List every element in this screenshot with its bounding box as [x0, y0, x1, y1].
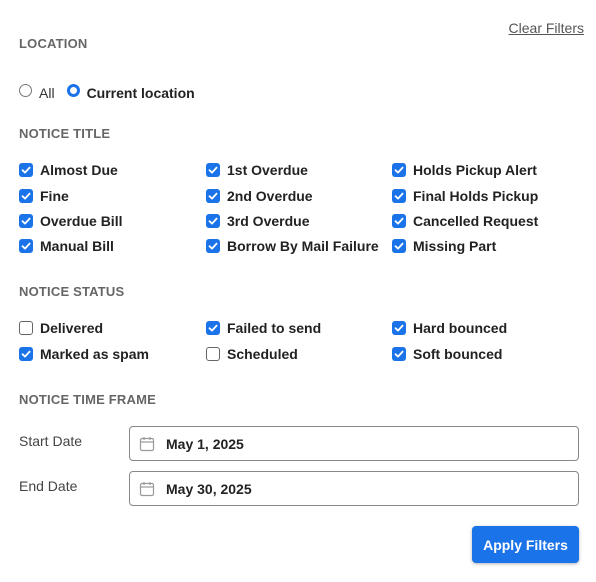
- notice-status-checkbox-label[interactable]: Marked as spam: [40, 346, 149, 362]
- notice-title-checkbox[interactable]: [19, 189, 33, 203]
- notice-title-checkbox-label[interactable]: 2nd Overdue: [227, 188, 313, 204]
- notice-title-checkbox-label[interactable]: 3rd Overdue: [227, 213, 309, 229]
- notice-status-checkbox-label[interactable]: Scheduled: [227, 346, 298, 362]
- notice-status-checkbox[interactable]: [19, 347, 33, 361]
- notice-status-checkbox-item[interactable]: Scheduled: [206, 346, 298, 362]
- notice-status-checkbox-item[interactable]: Failed to send: [206, 320, 321, 336]
- start-date-label: Start Date: [19, 433, 83, 449]
- checkmark-icon: [394, 166, 404, 174]
- notice-title-checkbox[interactable]: [19, 163, 33, 177]
- checkmark-icon: [394, 192, 404, 200]
- notice-title-checkbox-label[interactable]: Final Holds Pickup: [413, 188, 538, 204]
- checkmark-icon: [208, 192, 218, 200]
- notice-title-checkbox-label[interactable]: Almost Due: [40, 162, 118, 178]
- notice-title-checkbox[interactable]: [206, 239, 220, 253]
- checkmark-icon: [21, 192, 31, 200]
- checkmark-icon: [394, 350, 404, 358]
- notice-title-checkbox[interactable]: [19, 214, 33, 228]
- start-date-input[interactable]: May 1, 2025: [129, 426, 579, 461]
- notice-title-checkbox-label[interactable]: Fine: [40, 188, 69, 204]
- notice-title-checkbox-item[interactable]: Manual Bill: [19, 238, 114, 254]
- end-date-input[interactable]: May 30, 2025: [129, 471, 579, 506]
- notice-title-checkbox-item[interactable]: Overdue Bill: [19, 213, 122, 229]
- notice-status-checkbox[interactable]: [392, 321, 406, 335]
- clear-filters-link[interactable]: Clear Filters: [509, 20, 584, 36]
- notice-status-checkbox-label[interactable]: Failed to send: [227, 320, 321, 336]
- location-section-title: LOCATION: [19, 36, 88, 51]
- radio-all[interactable]: [19, 83, 32, 97]
- start-date-value: May 1, 2025: [166, 435, 244, 452]
- notice-title-checkbox-label[interactable]: Borrow By Mail Failure: [227, 238, 379, 254]
- location-radio-group: All Current location: [19, 79, 207, 101]
- notice-title-checkbox[interactable]: [19, 239, 33, 253]
- checkmark-icon: [208, 324, 218, 332]
- calendar-icon: [139, 481, 155, 496]
- notice-title-checkbox-label[interactable]: Missing Part: [413, 238, 496, 254]
- notice-title-checkbox-item[interactable]: Fine: [19, 188, 69, 204]
- notice-title-checkbox-item[interactable]: 2nd Overdue: [206, 188, 313, 204]
- notice-status-checkbox[interactable]: [392, 347, 406, 361]
- notice-title-checkbox-item[interactable]: Holds Pickup Alert: [392, 162, 537, 178]
- notice-status-checkbox-item[interactable]: Delivered: [19, 320, 103, 336]
- notice-title-checkbox-item[interactable]: Cancelled Request: [392, 213, 538, 229]
- notice-title-checkbox[interactable]: [206, 214, 220, 228]
- notice-title-checkbox-item[interactable]: Final Holds Pickup: [392, 188, 538, 204]
- notice-title-checkbox-item[interactable]: Missing Part: [392, 238, 496, 254]
- checkmark-icon: [21, 217, 31, 225]
- notice-title-checkbox[interactable]: [392, 214, 406, 228]
- checkmark-icon: [21, 350, 31, 358]
- notice-title-checkbox-item[interactable]: Almost Due: [19, 162, 118, 178]
- checkmark-icon: [394, 217, 404, 225]
- notice-status-section-title: NOTICE STATUS: [19, 284, 125, 299]
- notice-title-checkbox[interactable]: [392, 189, 406, 203]
- end-date-value: May 30, 2025: [166, 480, 252, 497]
- notice-title-checkbox-item[interactable]: Borrow By Mail Failure: [206, 238, 379, 254]
- notice-status-checkbox-item[interactable]: Hard bounced: [392, 320, 507, 336]
- notice-title-checkbox[interactable]: [392, 239, 406, 253]
- checkmark-icon: [208, 242, 218, 250]
- notice-title-checkbox-label[interactable]: Overdue Bill: [40, 213, 122, 229]
- checkmark-icon: [394, 242, 404, 250]
- notice-title-checkbox[interactable]: [206, 189, 220, 203]
- apply-filters-button[interactable]: Apply Filters: [472, 526, 579, 563]
- radio-current-location-label[interactable]: Current location: [87, 85, 195, 101]
- notice-title-checkbox-label[interactable]: Cancelled Request: [413, 213, 538, 229]
- checkmark-icon: [394, 324, 404, 332]
- notice-title-checkbox-item[interactable]: 1st Overdue: [206, 162, 308, 178]
- notice-status-checkbox-item[interactable]: Marked as spam: [19, 346, 149, 362]
- radio-current-location[interactable]: [66, 83, 80, 97]
- notice-status-checkbox-item[interactable]: Soft bounced: [392, 346, 502, 362]
- notice-status-checkbox[interactable]: [206, 347, 220, 361]
- notice-title-checkbox[interactable]: [206, 163, 220, 177]
- calendar-icon: [139, 436, 155, 451]
- notice-title-checkbox-label[interactable]: 1st Overdue: [227, 162, 308, 178]
- notice-title-checkbox-label[interactable]: Holds Pickup Alert: [413, 162, 537, 178]
- notice-status-checkbox[interactable]: [206, 321, 220, 335]
- checkmark-icon: [208, 217, 218, 225]
- notice-status-checkbox-label[interactable]: Delivered: [40, 320, 103, 336]
- notice-title-checkbox-label[interactable]: Manual Bill: [40, 238, 114, 254]
- radio-all-label[interactable]: All: [39, 85, 55, 101]
- time-frame-section-title: NOTICE TIME FRAME: [19, 392, 157, 407]
- notice-status-checkbox-label[interactable]: Soft bounced: [413, 346, 502, 362]
- notice-status-checkbox[interactable]: [19, 321, 33, 335]
- checkmark-icon: [21, 166, 31, 174]
- notice-title-checkbox[interactable]: [392, 163, 406, 177]
- notice-title-checkbox-item[interactable]: 3rd Overdue: [206, 213, 309, 229]
- end-date-label: End Date: [19, 478, 78, 494]
- notice-status-checkbox-label[interactable]: Hard bounced: [413, 320, 507, 336]
- checkmark-icon: [208, 166, 218, 174]
- checkmark-icon: [21, 242, 31, 250]
- notice-title-section-title: NOTICE TITLE: [19, 126, 111, 141]
